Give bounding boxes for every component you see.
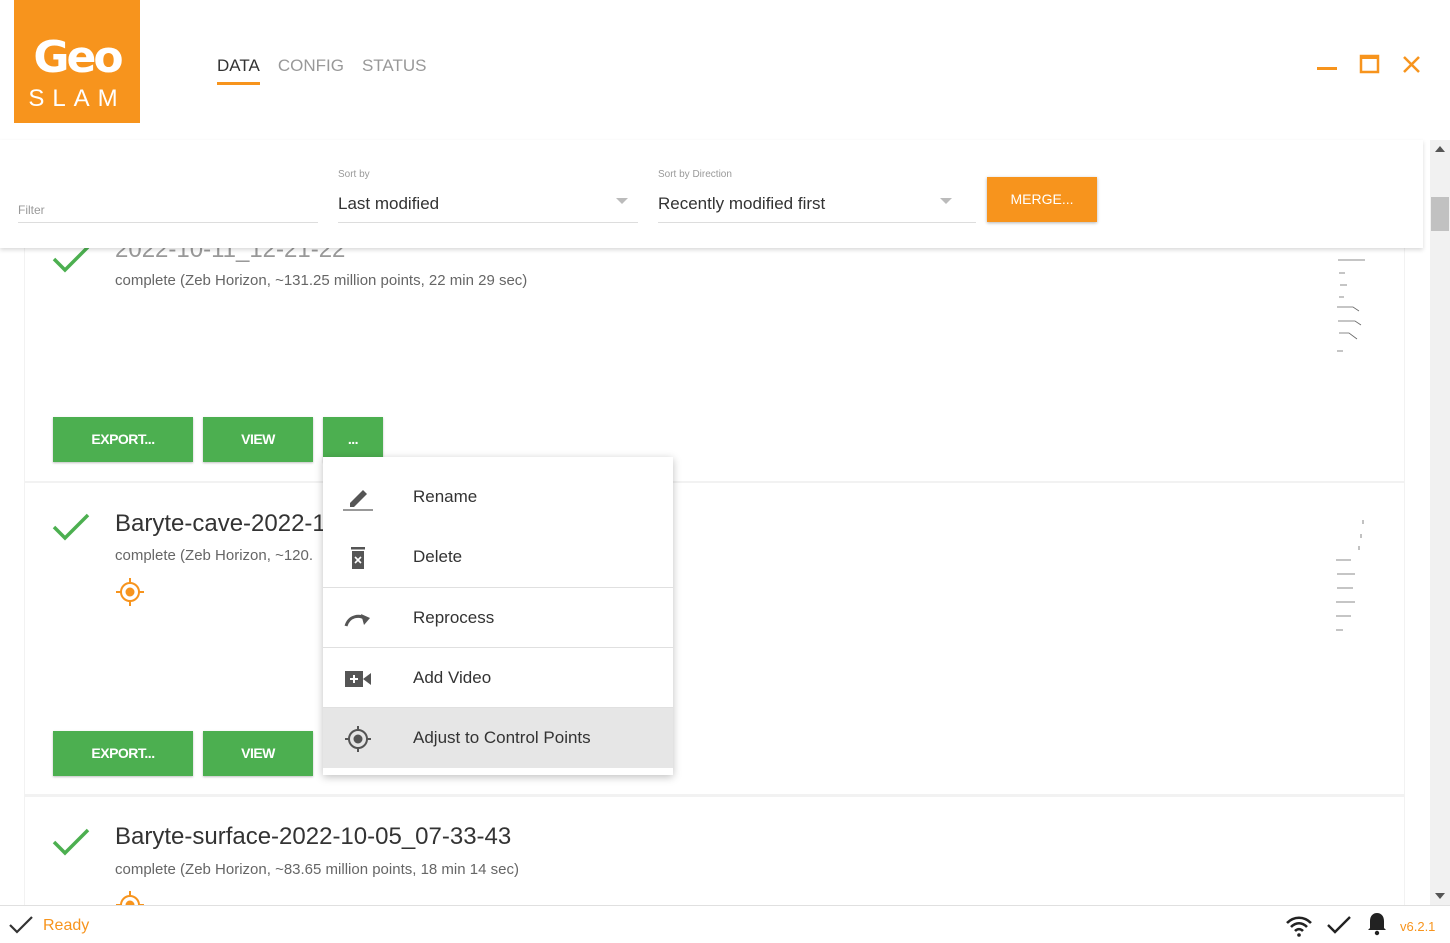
dataset-card: Baryte-surface-2022-10-05_07-33-43 compl… [25, 797, 1404, 905]
bell-icon[interactable] [1366, 910, 1388, 936]
more-button[interactable]: ... [323, 417, 383, 462]
menu-item-label: Reprocess [413, 608, 495, 627]
menu-item-adjust-control-points[interactable]: Adjust to Control Points [323, 707, 673, 768]
menu-item-add-video[interactable]: Add Video [323, 647, 673, 708]
export-button[interactable]: EXPORT... [53, 731, 193, 776]
view-button[interactable]: VIEW [203, 417, 313, 462]
menu-item-label: Add Video [413, 668, 492, 687]
status-bar: Ready v6.2.1 [0, 905, 1450, 943]
dataset-subtitle: complete (Zeb Horizon, ~131.25 million p… [115, 272, 528, 289]
menu-item-label: Adjust to Control Points [413, 728, 591, 747]
view-button[interactable]: VIEW [203, 731, 313, 776]
menu-item-label: Rename [413, 487, 478, 506]
crosshair-icon [345, 726, 371, 752]
filter-field[interactable]: Filter [18, 140, 318, 223]
dataset-title: Baryte-surface-2022-10-05_07-33-43 [115, 823, 512, 850]
menu-item-reprocess[interactable]: Reprocess [323, 587, 673, 648]
sort-by-value: Last modified [338, 194, 440, 213]
sort-direction-label: Sort by Direction [658, 169, 732, 180]
logo-text-bottom: SLAM [28, 85, 126, 112]
sort-direction-value: Recently modified first [658, 194, 826, 213]
check-icon [9, 916, 33, 934]
export-button[interactable]: EXPORT... [53, 417, 193, 462]
merge-button[interactable]: MERGE... [987, 177, 1097, 222]
tab-config[interactable]: CONFIG [278, 56, 344, 85]
sort-direction-select[interactable]: Sort by Direction Recently modified firs… [658, 140, 976, 223]
dataset-subtitle: complete (Zeb Horizon, ~120. [115, 547, 314, 564]
app-logo: Geo SLAM [14, 0, 140, 123]
chevron-down-icon [940, 198, 952, 204]
trash-icon [351, 547, 365, 569]
maximize-icon[interactable] [1358, 52, 1382, 76]
sort-by-label: Sort by [338, 169, 370, 180]
target-icon [116, 891, 144, 905]
scan-thumbnail [1336, 520, 1364, 631]
menu-item-label: Delete [413, 547, 463, 566]
check-icon [52, 513, 90, 541]
dataset-subtitle: complete (Zeb Horizon, ~83.65 million po… [115, 861, 519, 878]
scroll-thumb[interactable] [1431, 197, 1449, 231]
main-nav: DATA CONFIG STATUS [217, 56, 426, 85]
chevron-down-icon [616, 198, 628, 204]
target-icon [116, 578, 144, 606]
scroll-down-arrow[interactable] [1435, 893, 1445, 899]
filter-label: Filter [18, 203, 45, 217]
context-menu: Rename Delete Reprocess Add Video Adjust… [323, 457, 673, 775]
sync-check-icon[interactable] [1326, 915, 1352, 935]
logo-text-top: Geo [33, 32, 123, 83]
tab-status[interactable]: STATUS [362, 56, 427, 85]
sort-by-select[interactable]: Sort by Last modified [338, 140, 638, 223]
dataset-card: Baryte-cave-2022-1 complete (Zeb Horizon… [25, 483, 1404, 794]
redo-icon [344, 614, 370, 627]
dataset-title: Baryte-cave-2022-1 [115, 510, 326, 537]
scroll-up-arrow[interactable] [1435, 146, 1445, 152]
wifi-icon[interactable] [1285, 915, 1313, 937]
scrollbar[interactable] [1430, 140, 1450, 905]
status-text: Ready [43, 917, 90, 934]
menu-item-rename[interactable]: Rename [323, 467, 673, 527]
pencil-icon [343, 490, 373, 511]
check-icon [52, 828, 90, 856]
minimize-icon[interactable] [1315, 52, 1339, 76]
version-label: v6.2.1 [1400, 919, 1436, 934]
close-icon[interactable] [1400, 52, 1424, 76]
video-add-icon [345, 671, 371, 687]
scan-thumbnail [1337, 259, 1365, 352]
menu-item-delete[interactable]: Delete [323, 527, 673, 587]
filter-bar: Filter Sort by Last modified Sort by Dir… [0, 140, 1423, 248]
tab-data[interactable]: DATA [217, 56, 260, 85]
dataset-list: 2022-10-11_12-21-22 complete (Zeb Horizo… [24, 140, 1405, 905]
